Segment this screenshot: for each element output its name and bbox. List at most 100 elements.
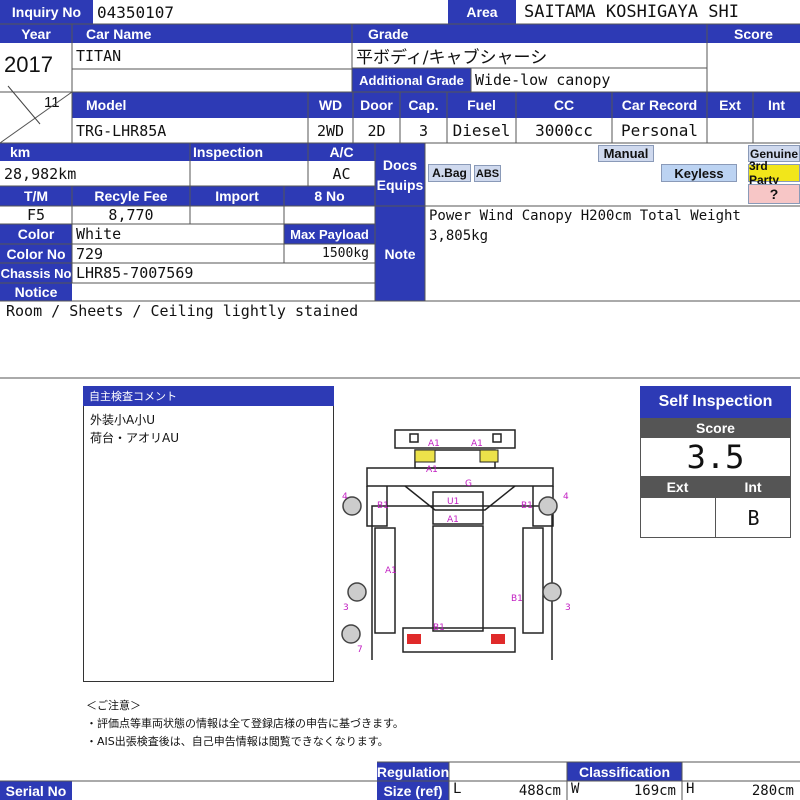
car-record-value: Personal bbox=[620, 121, 699, 140]
wd-value: 2WD bbox=[316, 121, 345, 140]
note-text: Power Wind Canopy H200cm Total Weight 3,… bbox=[429, 206, 799, 246]
chassis-no-value: LHR85-7007569 bbox=[76, 264, 194, 282]
import-value bbox=[190, 206, 284, 224]
month-value: 11 bbox=[44, 94, 60, 111]
color-label: Color bbox=[0, 224, 72, 244]
8no-label: 8 No bbox=[284, 186, 375, 206]
mark-a1-2: A1 bbox=[471, 439, 483, 449]
car-record-label: Car Record bbox=[612, 92, 707, 118]
size-w-value: 169cm bbox=[633, 782, 676, 799]
question-badge: ? bbox=[748, 184, 800, 204]
self-int-label: Int bbox=[715, 476, 791, 498]
year-value: 2017 bbox=[4, 52, 53, 77]
mark-7: 7 bbox=[357, 645, 363, 655]
mark-a1-4: A1 bbox=[447, 515, 459, 525]
keyless-badge: Keyless bbox=[661, 164, 737, 182]
grade-label: Grade bbox=[352, 24, 707, 43]
mark-4-right: 4 bbox=[563, 492, 569, 502]
notice-value: Room / Sheets / Ceiling lightly stained bbox=[6, 302, 359, 320]
max-payload-label: Max Payload bbox=[284, 224, 375, 244]
comment-title: 自主検査コメント bbox=[83, 386, 334, 406]
km-label: km bbox=[0, 143, 190, 161]
serial-no-value bbox=[72, 781, 375, 800]
car-name-value: TITAN bbox=[76, 47, 122, 65]
mark-b1-1: B1 bbox=[377, 501, 389, 511]
inspection-label: Inspection bbox=[190, 143, 308, 161]
door-value: 2D bbox=[367, 121, 386, 140]
model-label: Model bbox=[72, 92, 308, 118]
abag-badge: A.Bag bbox=[428, 164, 471, 182]
tm-label: T/M bbox=[0, 186, 72, 206]
mark-3-left: 3 bbox=[343, 603, 349, 613]
grade-value: 平ボディ/キャブシャーシ bbox=[356, 48, 548, 68]
size-ref-label: Size (ref) bbox=[377, 781, 449, 800]
inspection-value bbox=[190, 161, 308, 186]
model-value: TRG-LHR85A bbox=[76, 121, 167, 140]
mark-a1-5: A1 bbox=[385, 566, 397, 576]
note-label: Note bbox=[375, 206, 425, 301]
regulation-label: Regulation bbox=[376, 762, 450, 781]
cap-label: Cap. bbox=[400, 92, 447, 118]
fuel-label: Fuel bbox=[447, 92, 516, 118]
inquiry-no-value: 04350107 bbox=[97, 2, 175, 22]
cc-value: 3000cc bbox=[535, 121, 593, 140]
mark-a1-1: A1 bbox=[428, 439, 440, 449]
classification-label: Classification bbox=[567, 762, 682, 781]
caution-title: ＜ご注意＞ bbox=[86, 699, 141, 712]
self-inspection-title: Self Inspection bbox=[640, 386, 791, 418]
recycle-fee-label: Recyle Fee bbox=[72, 186, 190, 206]
ext-label: Ext bbox=[707, 92, 753, 118]
area-label: Area bbox=[448, 0, 516, 24]
mark-4-left: 4 bbox=[342, 492, 348, 502]
ext-value bbox=[707, 118, 753, 143]
cap-value: 3 bbox=[418, 121, 429, 140]
docs-label: Docs bbox=[382, 156, 418, 173]
third-party-badge: 3rd Party bbox=[748, 159, 800, 187]
serial-no-label: Serial No bbox=[0, 781, 72, 800]
color-no-label: Color No bbox=[0, 244, 72, 263]
int-label: Int bbox=[753, 92, 800, 118]
recycle-fee-value: 8,770 bbox=[108, 206, 154, 224]
chassis-no-label: Chassis No bbox=[0, 263, 72, 283]
color-no-value: 729 bbox=[76, 244, 104, 263]
note-line-2: 3,805kg bbox=[429, 228, 489, 244]
self-ext-value bbox=[640, 498, 715, 538]
abs-badge: ABS bbox=[474, 165, 501, 182]
area-value: SAITAMA KOSHIGAYA SHI bbox=[524, 2, 739, 22]
color-value: White bbox=[76, 225, 122, 243]
additional-grade-value: Wide-low canopy bbox=[475, 71, 611, 89]
km-value: 28,982km bbox=[4, 164, 77, 183]
8no-value bbox=[284, 206, 375, 224]
score-label: Score bbox=[707, 24, 800, 43]
mark-g: G bbox=[465, 479, 472, 489]
comment-line-2: 荷台・アオリAU bbox=[90, 431, 179, 445]
mark-b1-4: B1 bbox=[433, 623, 445, 633]
inquiry-no-label: Inquiry No bbox=[0, 0, 93, 24]
int-value bbox=[753, 118, 800, 143]
wd-label: WD bbox=[308, 92, 353, 118]
ac-label: A/C bbox=[308, 143, 375, 161]
caution-line-1: ・評価点等車両状態の情報は全て登録店様の申告に基づきます。 bbox=[86, 717, 404, 730]
tm-value: F5 bbox=[26, 206, 46, 224]
self-score-value: 3.5 bbox=[686, 438, 745, 476]
self-ext-label: Ext bbox=[640, 476, 715, 498]
mark-b1-2: B1 bbox=[521, 501, 533, 511]
mark-u1: U1 bbox=[447, 497, 459, 507]
mark-3-right: 3 bbox=[565, 603, 571, 613]
mark-a1-3: A1 bbox=[426, 465, 438, 475]
year-label: Year bbox=[0, 24, 72, 43]
manual-badge: Manual bbox=[598, 145, 654, 162]
note-line-1: Power Wind Canopy H200cm Total Weight bbox=[429, 208, 741, 224]
size-h-value: 280cm bbox=[751, 782, 794, 799]
door-label: Door bbox=[353, 92, 400, 118]
truck-damage-diagram: A1 A1 A1 G U1 A1 B1 B1 A1 B1 B1 4 4 3 3 … bbox=[341, 429, 571, 660]
mark-b1-3: B1 bbox=[511, 594, 523, 604]
import-label: Import bbox=[190, 186, 284, 206]
ac-value: AC bbox=[332, 164, 351, 183]
notice-label: Notice bbox=[0, 283, 72, 301]
size-l-value: 488cm bbox=[518, 782, 561, 799]
car-name-label: Car Name bbox=[72, 24, 352, 43]
regulation-value bbox=[449, 762, 567, 781]
docs-equips-label: Docs Equips bbox=[375, 143, 425, 206]
fuel-value: Diesel bbox=[452, 121, 511, 140]
